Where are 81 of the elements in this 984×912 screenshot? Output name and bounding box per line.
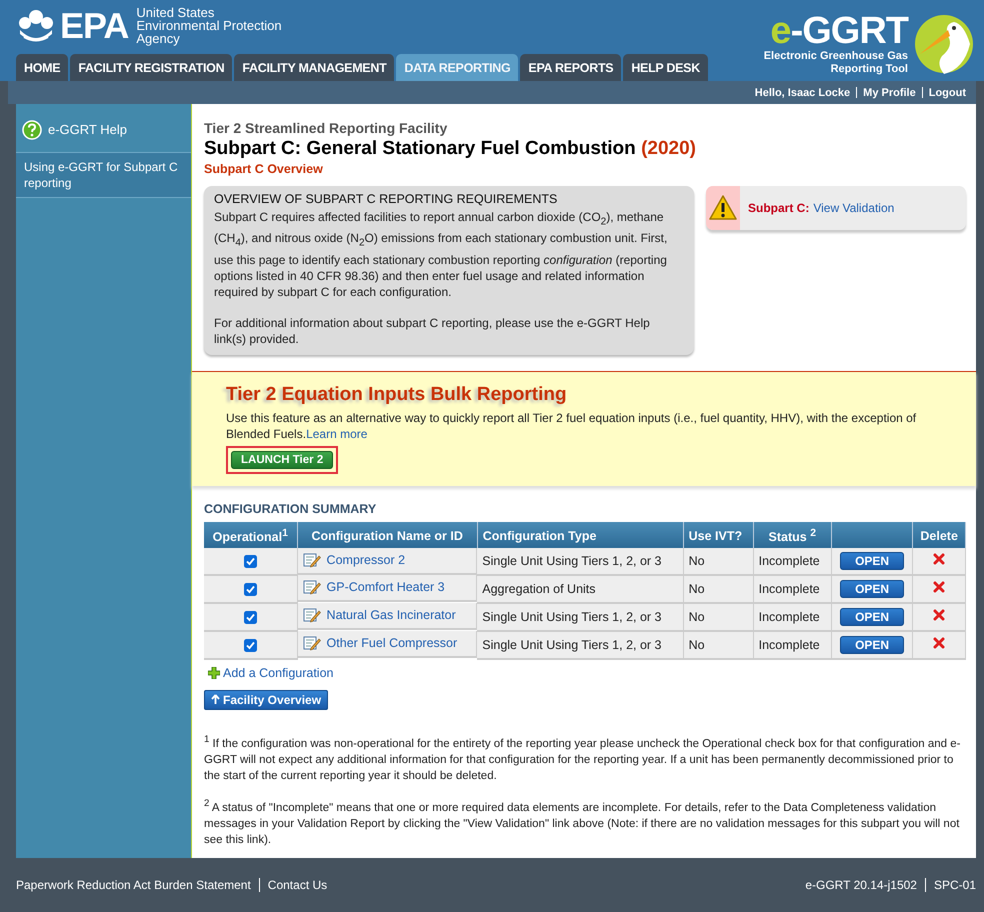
footer-link[interactable]: Contact Us <box>268 878 328 892</box>
plus-icon[interactable] <box>208 666 220 679</box>
edit-icon[interactable] <box>302 635 321 652</box>
agency-logo-text: EPA <box>60 8 128 44</box>
page-title: Subpart C: General Stationary Fuel Combustion <box>204 138 636 159</box>
add-configuration-link[interactable]: Add a Configuration <box>223 666 334 680</box>
agency-name: United States <box>136 6 216 19</box>
agency-name: Environmental Protection <box>136 19 282 32</box>
footnote: $^{1}$ If the configuration was non-operational for the entirety of the reporting year please uncheck the Operational check box for that configuration and e-GGRT will not expect any additional information for that configuration for the reporting year. If a unit has been permanently decommissioned prior to the start of the current reporting year it should be deleted. <box>204 732 962 784</box>
reporting-year: (2020) <box>641 138 696 159</box>
table-title: CONFIGURATION SUMMARY <box>204 502 378 516</box>
bulk-description: Use this feature as an alternative way to quickly report all Tier 2 fuel equation inputs (i.e., fuel quantity, HHV), with the exception of Blended Fuels.Learn more <box>226 410 918 442</box>
user-greeting: Hello, Isaac Locke <box>754 86 850 99</box>
app-subtitle: Electronic Greenhouse Gas <box>764 50 908 63</box>
open-button[interactable]: OPEN <box>840 608 904 626</box>
operational-checkbox[interactable] <box>244 638 257 652</box>
view-validation-link[interactable]: View Validation <box>813 200 894 215</box>
table-cell: Single Unit Using Tiers 1, 2, or 3 <box>477 630 684 659</box>
overview-text: For additional information about subpart C reporting, please use the e-GGRT Help link(s) provided. <box>214 314 651 347</box>
facility-overview-button[interactable]: Facility Overview <box>204 690 328 710</box>
nav-tab[interactable]: HELP DESK <box>623 54 708 82</box>
delete-icon[interactable] <box>933 637 946 650</box>
agency-name: Agency <box>136 32 181 45</box>
sidebar-item[interactable]: Using e-GGRT for Subpart C reporting <box>16 152 191 198</box>
nav-tab[interactable]: DATA REPORTING <box>396 54 518 82</box>
table-cell: Incomplete <box>753 548 832 575</box>
column-header: Use IVT? <box>683 522 754 548</box>
column-header: Configuration Name or ID <box>297 522 478 548</box>
app-subtitle: Reporting Tool <box>830 62 908 76</box>
table-cell: No <box>683 548 754 575</box>
delete-icon[interactable] <box>933 553 946 566</box>
sidebar-title: e-GGRT Help <box>48 122 127 138</box>
column-header: Status $^{2}$ <box>753 522 832 548</box>
help-icon <box>22 120 42 140</box>
warning-icon <box>709 194 737 221</box>
edit-icon[interactable] <box>302 607 321 624</box>
app-logo-text: -GGRT <box>790 10 908 52</box>
heron-logo-icon <box>914 14 974 74</box>
operational-checkbox[interactable] <box>244 554 257 568</box>
table-cell: Single Unit Using Tiers 1, 2, or 3 <box>477 602 684 631</box>
footnote: $^{2}$ A status of "Incomplete" means that one or more required data elements are incomplete. For details, refer to the Data Completeness validation messages in your Validation Report by clicking the "View Validation" link above (Note: if there are no validation messages for this subpart you will not see this link). <box>204 796 960 848</box>
table-cell: Incomplete <box>753 574 832 603</box>
edit-icon[interactable] <box>302 579 321 596</box>
bulk-title: Tier 2 Equation Inputs Bulk Reporting <box>226 384 568 406</box>
table-cell: Aggregation of Units <box>477 574 684 603</box>
open-button[interactable]: OPEN <box>840 636 904 654</box>
arrow-up-icon <box>211 694 220 706</box>
flower-logo-icon <box>16 8 56 44</box>
operational-checkbox[interactable] <box>244 582 257 596</box>
delete-icon[interactable] <box>933 609 946 622</box>
table-cell: Incomplete <box>753 602 832 631</box>
table-cell: No <box>683 602 754 631</box>
app-logo-text: e <box>770 10 791 52</box>
edit-icon[interactable] <box>302 552 321 568</box>
page-subtitle: Subpart C Overview <box>204 162 324 176</box>
table-cell: No <box>683 574 754 603</box>
open-button[interactable]: OPEN <box>840 580 904 598</box>
overview-heading: OVERVIEW OF SUBPART C REPORTING REQUIREMENTS <box>214 192 558 206</box>
nav-tab[interactable]: HOME <box>16 54 68 82</box>
user-link[interactable]: Logout <box>928 86 966 99</box>
table-cell: Single Unit Using Tiers 1, 2, or 3 <box>477 548 684 575</box>
validation-label: Subpart C: <box>748 200 810 215</box>
page-kicker: Tier 2 Streamlined Reporting Facility <box>204 120 448 136</box>
table-cell: Incomplete <box>753 630 832 659</box>
column-header: Configuration Type <box>477 522 684 548</box>
operational-checkbox[interactable] <box>244 610 257 624</box>
column-header: Operational$^{1}$ <box>204 522 298 548</box>
version-text: SPC-01 <box>934 878 976 892</box>
nav-tab[interactable]: FACILITY REGISTRATION <box>70 54 232 82</box>
table-cell: No <box>683 630 754 659</box>
column-header: Delete <box>912 522 966 548</box>
overview-text: Subpart C requires affected facilities to report annual carbon dioxide (CO$_{2}$), methane (CH$_{4}$), and nitrous oxide (N$_{2}$O) emissions from each stationary combustion unit. First, use this page to identify each stationary combustion reporting configuration (reporting options listed in 40 CFR 98.36) and then enter fuel usage and related information required by subpart C for each configuration. <box>214 208 668 300</box>
version-text: e-GGRT 20.14-j1502 <box>805 878 917 892</box>
open-button[interactable]: OPEN <box>840 552 904 570</box>
launch-button[interactable]: LAUNCH Tier 2 <box>231 450 334 469</box>
nav-tab[interactable]: FACILITY MANAGEMENT <box>234 54 394 82</box>
learn-more-link[interactable]: Learn more <box>306 426 368 441</box>
footer-link[interactable]: Paperwork Reduction Act Burden Statement <box>16 878 251 892</box>
delete-icon[interactable] <box>933 581 946 594</box>
user-link[interactable]: My Profile <box>863 86 916 99</box>
nav-tab[interactable]: EPA REPORTS <box>520 54 622 82</box>
